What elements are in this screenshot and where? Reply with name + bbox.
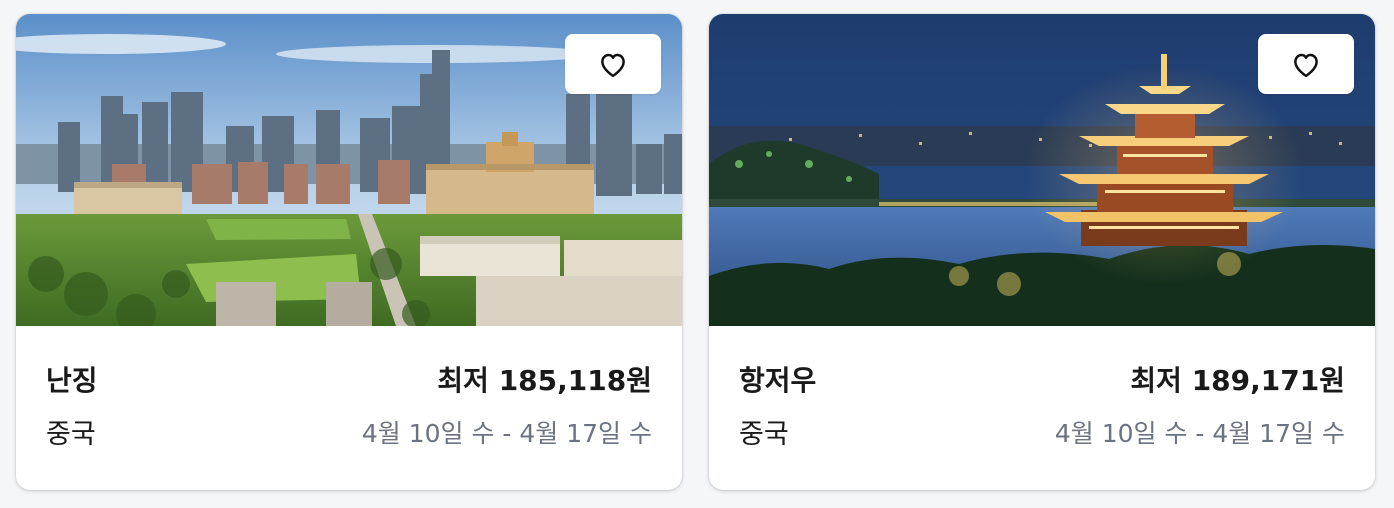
destination-photo[interactable] — [16, 14, 682, 326]
heart-outline-icon — [1294, 53, 1318, 78]
city-name: 항저우 — [739, 364, 817, 397]
destination-info: 난징 최저 185,118원 중국 4월 10일 수 - 4월 17일 수 — [46, 326, 652, 490]
favorite-button[interactable] — [1258, 34, 1354, 94]
destination-card[interactable]: 항저우 최저 189,171원 중국 4월 10일 수 - 4월 17일 수 — [709, 14, 1375, 490]
lowest-price: 최저 189,171원 — [1130, 359, 1345, 399]
price-amount: 189,171원 — [1191, 364, 1345, 397]
city-name: 난징 — [46, 364, 98, 397]
price-prefix: 최저 — [437, 364, 499, 397]
lowest-price: 최저 185,118원 — [437, 359, 652, 399]
destination-info: 항저우 최저 189,171원 중국 4월 10일 수 - 4월 17일 수 — [739, 326, 1345, 490]
price-prefix: 최저 — [1130, 364, 1192, 397]
destination-card-row: 난징 최저 185,118원 중국 4월 10일 수 - 4월 17일 수 항저… — [0, 0, 1394, 508]
country-name: 중국 — [46, 419, 96, 450]
travel-dates: 4월 10일 수 - 4월 17일 수 — [1054, 419, 1345, 448]
favorite-button[interactable] — [565, 34, 661, 94]
destination-photo[interactable] — [709, 14, 1375, 326]
price-amount: 185,118원 — [498, 364, 652, 397]
heart-outline-icon — [601, 53, 625, 78]
travel-dates: 4월 10일 수 - 4월 17일 수 — [361, 419, 652, 448]
country-name: 중국 — [739, 419, 789, 450]
destination-card[interactable]: 난징 최저 185,118원 중국 4월 10일 수 - 4월 17일 수 — [16, 14, 682, 490]
